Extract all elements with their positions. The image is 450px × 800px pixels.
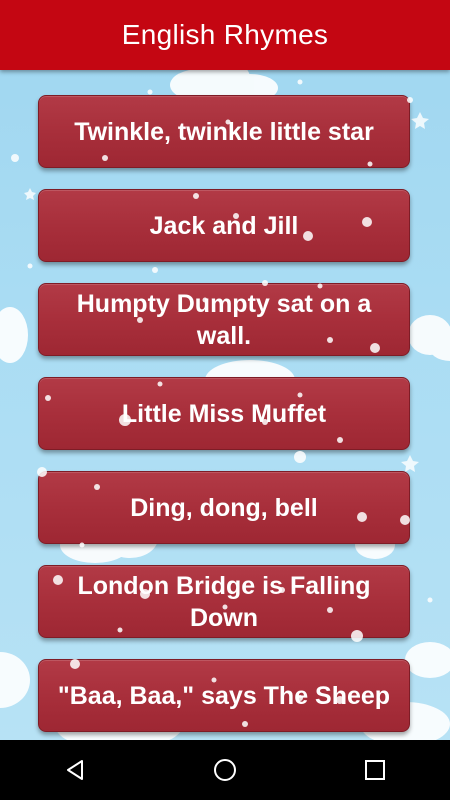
rhyme-button-humpty-dumpty[interactable]: Humpty Dumpty sat on a wall.: [38, 283, 410, 356]
rhyme-button-label: Little Miss Muffet: [121, 399, 327, 428]
rhyme-button-london-bridge[interactable]: London Bridge is Falling Down: [38, 565, 410, 638]
home-icon: [214, 759, 236, 781]
nav-recents-button[interactable]: [345, 740, 405, 800]
rhyme-button-label: London Bridge is Falling Down: [77, 571, 371, 632]
app-screen: English Rhymes Twinkle, twinkle little s…: [0, 0, 450, 740]
nav-home-button[interactable]: [195, 740, 255, 800]
rhyme-button-baa-baa[interactable]: "Baa, Baa," says The Sheep: [38, 659, 410, 732]
app-bar: English Rhymes: [0, 0, 450, 70]
rhyme-button-label: Twinkle, twinkle little star: [74, 117, 374, 146]
nav-back-button[interactable]: [45, 740, 105, 800]
rhyme-button-little-miss-muffet[interactable]: Little Miss Muffet: [38, 377, 410, 450]
back-icon: [67, 760, 83, 780]
rhyme-button-label: Jack and Jill: [149, 211, 299, 240]
rhyme-button-label: Ding, dong, bell: [130, 493, 318, 522]
rhyme-button-twinkle-twinkle[interactable]: Twinkle, twinkle little star: [38, 95, 410, 168]
rhyme-button-ding-dong-bell[interactable]: Ding, dong, bell: [38, 471, 410, 544]
app-title: English Rhymes: [121, 19, 329, 50]
rhyme-button-jack-and-jill[interactable]: Jack and Jill: [38, 189, 410, 262]
rhyme-button-label: "Baa, Baa," says The Sheep: [57, 681, 391, 710]
recents-icon: [365, 760, 385, 780]
rhyme-button-label: Humpty Dumpty sat on a wall.: [76, 289, 372, 350]
system-navigation-bar: [0, 740, 450, 800]
rhyme-list: Twinkle, twinkle little star Jack and Ji…: [0, 0, 450, 740]
